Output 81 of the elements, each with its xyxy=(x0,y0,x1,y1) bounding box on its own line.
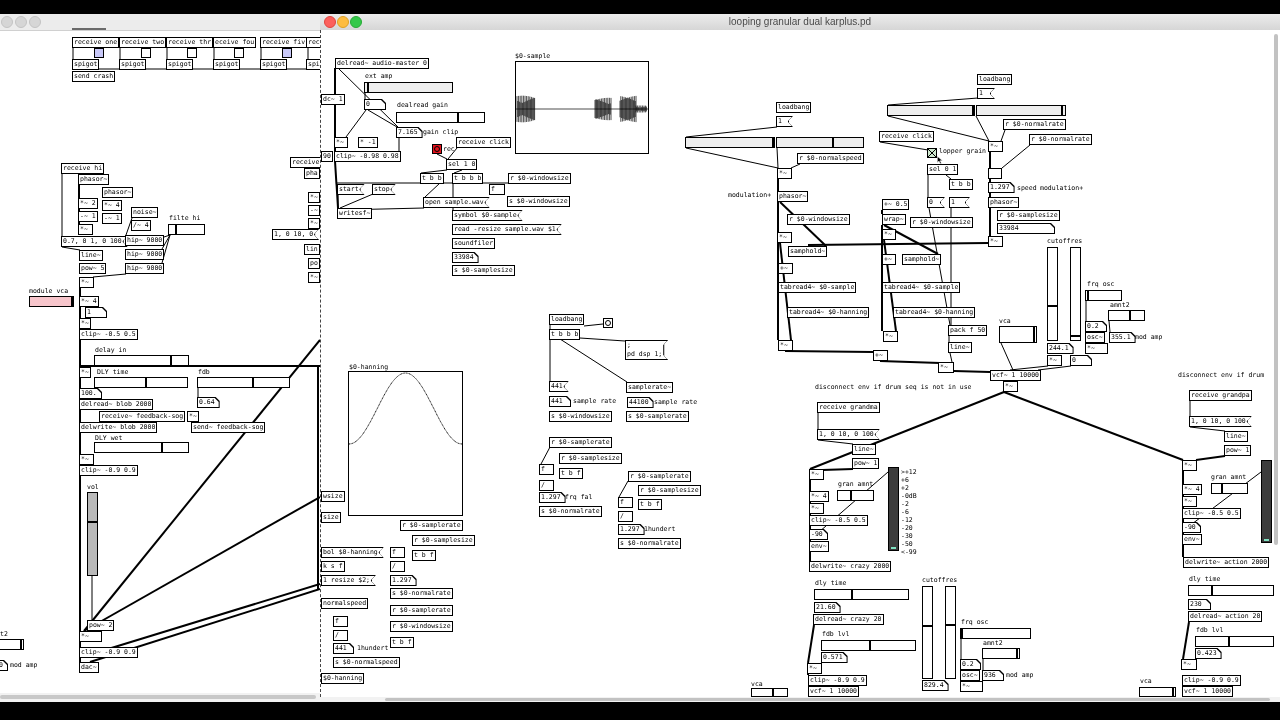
vertical-slider[interactable] xyxy=(1070,247,1081,341)
horizontal-slider[interactable] xyxy=(1188,585,1274,596)
patch-cord xyxy=(949,352,953,363)
patch-cord xyxy=(61,246,81,251)
slider-knob[interactable] xyxy=(869,641,872,650)
horizontal-slider[interactable] xyxy=(1211,483,1248,494)
slider-knob[interactable] xyxy=(831,138,834,147)
horizontal-slider[interactable] xyxy=(1139,687,1176,697)
horizontal-slider[interactable] xyxy=(1195,636,1274,647)
slider-knob[interactable] xyxy=(1071,335,1080,338)
patch-cord xyxy=(1182,621,1190,660)
slider-knob[interactable] xyxy=(1210,586,1213,595)
horizontal-slider[interactable] xyxy=(814,589,909,600)
patch-cord xyxy=(807,624,815,664)
slider-knob[interactable] xyxy=(946,624,955,627)
slider-knob[interactable] xyxy=(772,138,775,147)
slider-knob[interactable] xyxy=(961,629,964,638)
slider-knob[interactable] xyxy=(1228,637,1231,646)
toggle[interactable] xyxy=(94,48,104,58)
slider-knob[interactable] xyxy=(1048,304,1057,307)
patch-cord xyxy=(420,169,448,174)
patch-cord xyxy=(1108,320,1111,333)
horizontal-slider[interactable] xyxy=(1108,310,1145,321)
horizontal-slider[interactable] xyxy=(29,296,74,307)
horizontal-slider[interactable] xyxy=(999,326,1037,343)
toggle[interactable] xyxy=(187,48,197,58)
scrollbar-thumb[interactable] xyxy=(1274,34,1278,545)
patch-cord xyxy=(953,370,991,373)
horizontal-slider[interactable] xyxy=(751,688,788,697)
horizontal-slider[interactable] xyxy=(982,648,1020,659)
patch-cord xyxy=(879,360,941,364)
toggle[interactable] xyxy=(141,48,151,58)
horizontal-slider[interactable] xyxy=(960,628,1031,639)
patch-cord xyxy=(540,446,551,465)
object-box xyxy=(988,168,1002,179)
patch-cord xyxy=(618,480,629,498)
close-button[interactable] xyxy=(324,16,336,28)
slider-knob[interactable] xyxy=(849,491,852,500)
horizontal-slider[interactable] xyxy=(976,105,1066,116)
mouse-pointer-icon xyxy=(937,156,943,164)
horizontal-slider[interactable] xyxy=(168,224,205,235)
slider-knob[interactable] xyxy=(1172,688,1175,696)
toggle[interactable] xyxy=(282,48,292,58)
slider-knob[interactable] xyxy=(972,106,975,115)
window-title: looping granular dual karplus.pd xyxy=(728,16,872,28)
bang-button[interactable] xyxy=(603,318,613,328)
toggle[interactable] xyxy=(234,48,244,58)
slider-knob[interactable] xyxy=(1033,327,1036,342)
patch-cord xyxy=(790,163,801,169)
scrollbar-thumb[interactable] xyxy=(0,695,316,699)
horizontal-slider[interactable] xyxy=(821,640,916,651)
slider-knob[interactable] xyxy=(20,640,23,649)
patch-cord xyxy=(92,273,127,278)
patch-cord xyxy=(1189,426,1226,432)
patch-cord xyxy=(1001,144,1031,169)
slider-knob[interactable] xyxy=(1016,649,1019,658)
vertical-slider[interactable] xyxy=(945,586,956,679)
slider-knob[interactable] xyxy=(923,625,932,628)
horizontal-slider[interactable] xyxy=(837,490,874,501)
horizontal-slider[interactable] xyxy=(1085,290,1122,301)
patch-cord xyxy=(125,217,133,236)
patch-cord xyxy=(945,174,952,180)
slider-knob[interactable] xyxy=(1086,291,1089,300)
horizontal-slider[interactable] xyxy=(685,137,775,148)
slider-knob[interactable] xyxy=(1220,484,1223,493)
slider-knob[interactable] xyxy=(456,113,459,122)
slider-knob[interactable] xyxy=(1061,106,1064,115)
vertical-slider[interactable] xyxy=(922,586,933,679)
toggle[interactable] xyxy=(927,148,937,158)
slider-knob[interactable] xyxy=(851,590,854,599)
patch-cord xyxy=(1195,455,1226,461)
patch-cord xyxy=(453,169,463,174)
horizontal-slider[interactable] xyxy=(396,112,485,123)
x-mark-icon xyxy=(928,149,936,157)
patch-cord xyxy=(583,323,604,327)
horizontal-slider[interactable] xyxy=(887,105,975,116)
vertical-slider[interactable] xyxy=(1047,247,1058,341)
slider-knob[interactable] xyxy=(70,297,73,306)
scrollbar-thumb[interactable] xyxy=(385,698,1270,701)
horizontal-slider[interactable] xyxy=(776,137,864,148)
patch-cord xyxy=(1000,129,1006,142)
